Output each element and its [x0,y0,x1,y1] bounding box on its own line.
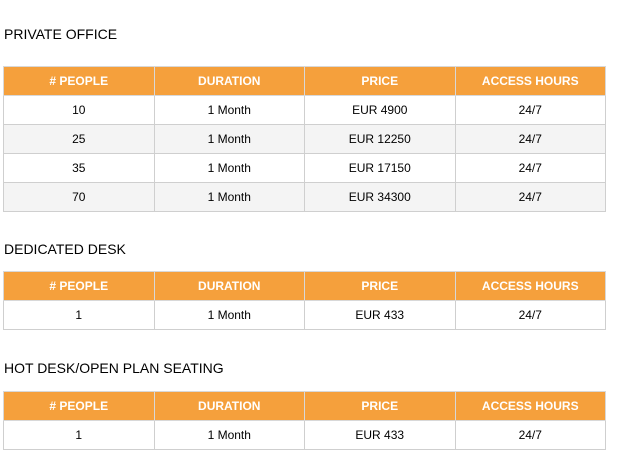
table-header-row: # PEOPLE DURATION PRICE ACCESS HOURS [3,271,606,301]
table-row: 10 1 Month EUR 4900 24/7 [3,95,606,125]
pricing-table-private-office: # PEOPLE DURATION PRICE ACCESS HOURS 10 … [3,66,606,212]
cell-price: EUR 34300 [304,182,456,212]
cell-people: 1 [3,300,155,330]
cell-access-hours: 24/7 [454,153,606,183]
cell-people: 1 [3,420,155,450]
column-header-access-hours: ACCESS HOURS [454,391,606,421]
cell-price: EUR 17150 [304,153,456,183]
column-header-duration: DURATION [153,391,305,421]
cell-price: EUR 433 [304,300,456,330]
pricing-table-dedicated-desk: # PEOPLE DURATION PRICE ACCESS HOURS 1 1… [3,271,606,330]
cell-price: EUR 4900 [304,95,456,125]
cell-duration: 1 Month [153,300,305,330]
table-row: 35 1 Month EUR 17150 24/7 [3,153,606,183]
column-header-duration: DURATION [153,271,305,301]
column-header-price: PRICE [304,391,456,421]
table-row: 25 1 Month EUR 12250 24/7 [3,124,606,154]
cell-people: 70 [3,182,155,212]
cell-people: 25 [3,124,155,154]
pricing-table-hot-desk: # PEOPLE DURATION PRICE ACCESS HOURS 1 1… [3,391,606,450]
cell-duration: 1 Month [153,124,305,154]
table-row: 1 1 Month EUR 433 24/7 [3,420,606,450]
cell-duration: 1 Month [153,95,305,125]
table-row: 70 1 Month EUR 34300 24/7 [3,182,606,212]
cell-access-hours: 24/7 [454,300,606,330]
column-header-people: # PEOPLE [3,66,155,96]
cell-people: 10 [3,95,155,125]
column-header-duration: DURATION [153,66,305,96]
section-title-hot-desk: HOT DESK/OPEN PLAN SEATING [4,360,224,376]
column-header-access-hours: ACCESS HOURS [454,271,606,301]
cell-duration: 1 Month [153,182,305,212]
cell-duration: 1 Month [153,153,305,183]
section-title-private-office: PRIVATE OFFICE [4,26,118,42]
table-row: 1 1 Month EUR 433 24/7 [3,300,606,330]
column-header-price: PRICE [304,271,456,301]
cell-duration: 1 Month [153,420,305,450]
column-header-access-hours: ACCESS HOURS [454,66,606,96]
column-header-price: PRICE [304,66,456,96]
column-header-people: # PEOPLE [3,391,155,421]
cell-people: 35 [3,153,155,183]
cell-price: EUR 12250 [304,124,456,154]
section-title-dedicated-desk: DEDICATED DESK [4,241,126,257]
cell-price: EUR 433 [304,420,456,450]
table-header-row: # PEOPLE DURATION PRICE ACCESS HOURS [3,66,606,96]
column-header-people: # PEOPLE [3,271,155,301]
cell-access-hours: 24/7 [454,182,606,212]
table-header-row: # PEOPLE DURATION PRICE ACCESS HOURS [3,391,606,421]
cell-access-hours: 24/7 [454,420,606,450]
cell-access-hours: 24/7 [454,124,606,154]
cell-access-hours: 24/7 [454,95,606,125]
